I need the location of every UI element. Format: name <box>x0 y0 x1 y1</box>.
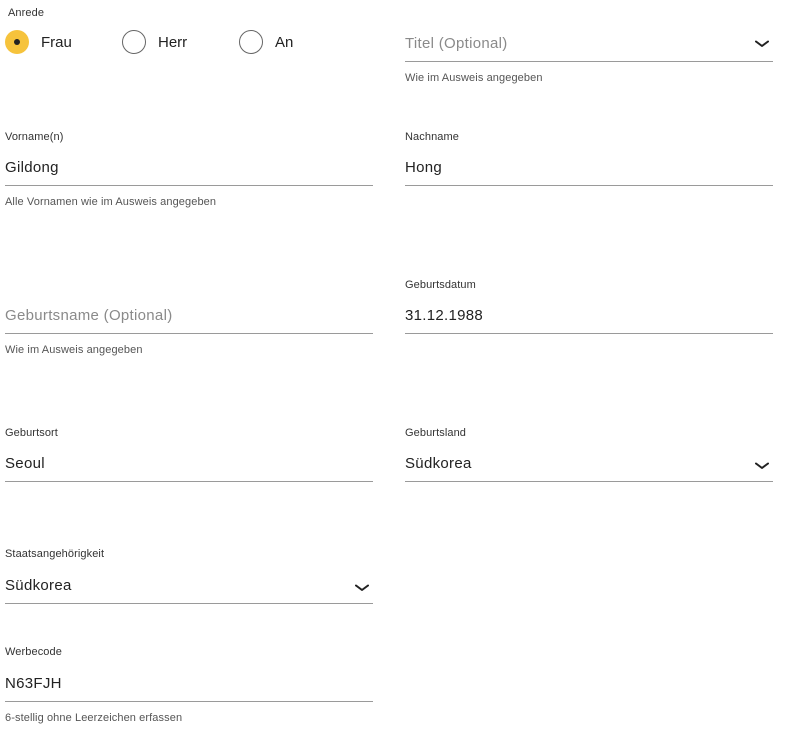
nationality-underline <box>5 603 373 604</box>
promo-code-label: Werbecode <box>5 646 62 658</box>
salutation-label: Anrede <box>8 7 45 19</box>
radio-an-label: An <box>275 34 294 51</box>
first-name-hint: Alle Vornamen wie im Ausweis angegeben <box>5 196 217 208</box>
nationality-value: Südkorea <box>5 577 72 594</box>
birth-place-field[interactable]: Seoul <box>5 448 373 482</box>
first-name-label: Vorname(n) <box>5 131 64 143</box>
last-name-field[interactable]: Hong <box>405 152 773 186</box>
birth-date-underline <box>405 333 773 334</box>
birth-date-label: Geburtsdatum <box>405 279 476 291</box>
birth-name-hint: Wie im Ausweis angegeben <box>5 344 143 356</box>
chevron-down-icon[interactable] <box>755 462 769 470</box>
title-underline <box>405 61 773 62</box>
radio-frau[interactable]: Frau <box>5 30 85 56</box>
promo-code-underline <box>5 701 373 702</box>
birth-name-underline <box>5 333 373 334</box>
nationality-select[interactable]: Südkorea <box>5 570 373 604</box>
title-select[interactable]: Titel (Optional) <box>405 30 773 62</box>
radio-an[interactable]: An <box>239 30 309 56</box>
first-name-value[interactable]: Gildong <box>5 159 59 176</box>
promo-code-field[interactable]: N63FJH <box>5 668 373 702</box>
radio-unchecked-icon[interactable] <box>122 30 146 54</box>
first-name-field[interactable]: Gildong <box>5 152 373 186</box>
chevron-down-icon[interactable] <box>755 40 769 48</box>
last-name-value[interactable]: Hong <box>405 159 442 176</box>
birth-country-label: Geburtsland <box>405 427 467 439</box>
birth-name-field[interactable]: Geburtsname (Optional) <box>5 300 373 334</box>
birth-name-placeholder[interactable]: Geburtsname (Optional) <box>5 307 173 324</box>
birth-place-value[interactable]: Seoul <box>5 455 45 472</box>
radio-checked-icon[interactable] <box>5 30 29 54</box>
last-name-underline <box>405 185 773 186</box>
promo-code-value[interactable]: N63FJH <box>5 675 62 692</box>
birth-country-value: Südkorea <box>405 455 472 472</box>
last-name-label: Nachname <box>405 131 459 143</box>
birth-place-underline <box>5 481 373 482</box>
title-hint: Wie im Ausweis angegeben <box>405 72 543 84</box>
birth-country-select[interactable]: Südkorea <box>405 448 773 482</box>
birth-date-value[interactable]: 31.12.1988 <box>405 307 483 324</box>
birth-date-field[interactable]: 31.12.1988 <box>405 300 773 334</box>
birth-place-label: Geburtsort <box>5 427 58 439</box>
promo-code-hint: 6-stellig ohne Leerzeichen erfassen <box>5 712 183 724</box>
radio-frau-label: Frau <box>41 34 72 51</box>
chevron-down-icon[interactable] <box>355 584 369 592</box>
radio-herr-label: Herr <box>158 34 188 51</box>
radio-herr[interactable]: Herr <box>122 30 202 56</box>
nationality-label: Staatsangehörigkeit <box>5 548 105 560</box>
birth-country-underline <box>405 481 773 482</box>
radio-unchecked-icon[interactable] <box>239 30 263 54</box>
title-placeholder: Titel (Optional) <box>405 35 508 52</box>
first-name-underline <box>5 185 373 186</box>
